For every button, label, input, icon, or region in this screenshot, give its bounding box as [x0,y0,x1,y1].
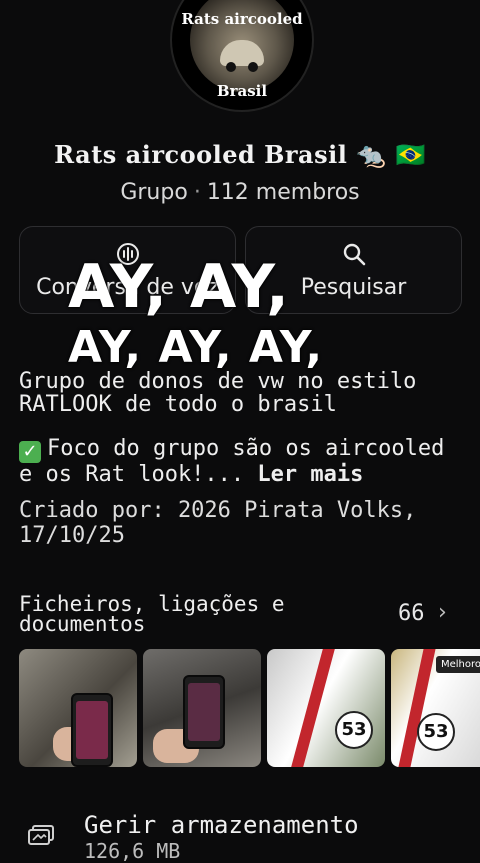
search-icon [343,243,365,266]
phone-graphic [183,675,225,749]
files-section-title[interactable]: Ficheiros, ligações e documentos [19,594,339,635]
car-number-decal: 53 [335,711,373,749]
files-count[interactable]: 66 [398,601,425,626]
chevron-right-icon[interactable]: › [438,600,447,625]
subtitle-separator: · [193,180,201,205]
group-avatar[interactable]: Rats aircooled Brasil [170,0,314,112]
check-mark-icon: ✓ [19,441,41,463]
group-name: Rats aircooled Brasil 🐀 🇧🇷 [54,140,426,169]
read-more-link[interactable]: Ler mais [257,462,363,487]
storage-folder-icon [28,825,54,845]
created-by-text: Criado por: 2026 Pirata Volks, 17/10/25 [19,498,417,548]
phone-graphic [71,693,113,767]
group-subtitle: Grupo · 112 membros [0,180,480,205]
media-thumbnail[interactable]: 53 [267,649,385,767]
media-thumbnail[interactable] [19,649,137,767]
racing-stripe [291,649,335,767]
overlay-caption-line1: AY, AY, [68,252,290,322]
avatar-text-top: Rats aircooled [181,10,303,28]
description-focus-text: Foco do grupo são os aircooled e os Rat … [19,436,445,487]
group-description-line1: Grupo de donos de vw no estilo RATLOOK d… [19,369,417,417]
thumbnail-badge: Melhorou [436,656,480,673]
car-illustration [220,40,264,72]
car-number-decal: 53 [417,713,455,751]
avatar-text-bottom: Brasil [216,82,268,100]
media-thumbnail[interactable] [143,649,261,767]
group-description-line2: ✓ Foco do grupo são os aircooled e os Rat… [19,437,469,486]
storage-size: 126,6 MB [84,839,181,863]
group-type: Grupo [120,180,188,205]
member-count[interactable]: 112 membros [207,180,360,205]
overlay-caption-line2: AY, AY, AY, [68,322,324,373]
manage-storage-title[interactable]: Gerir armazenamento [84,811,359,839]
